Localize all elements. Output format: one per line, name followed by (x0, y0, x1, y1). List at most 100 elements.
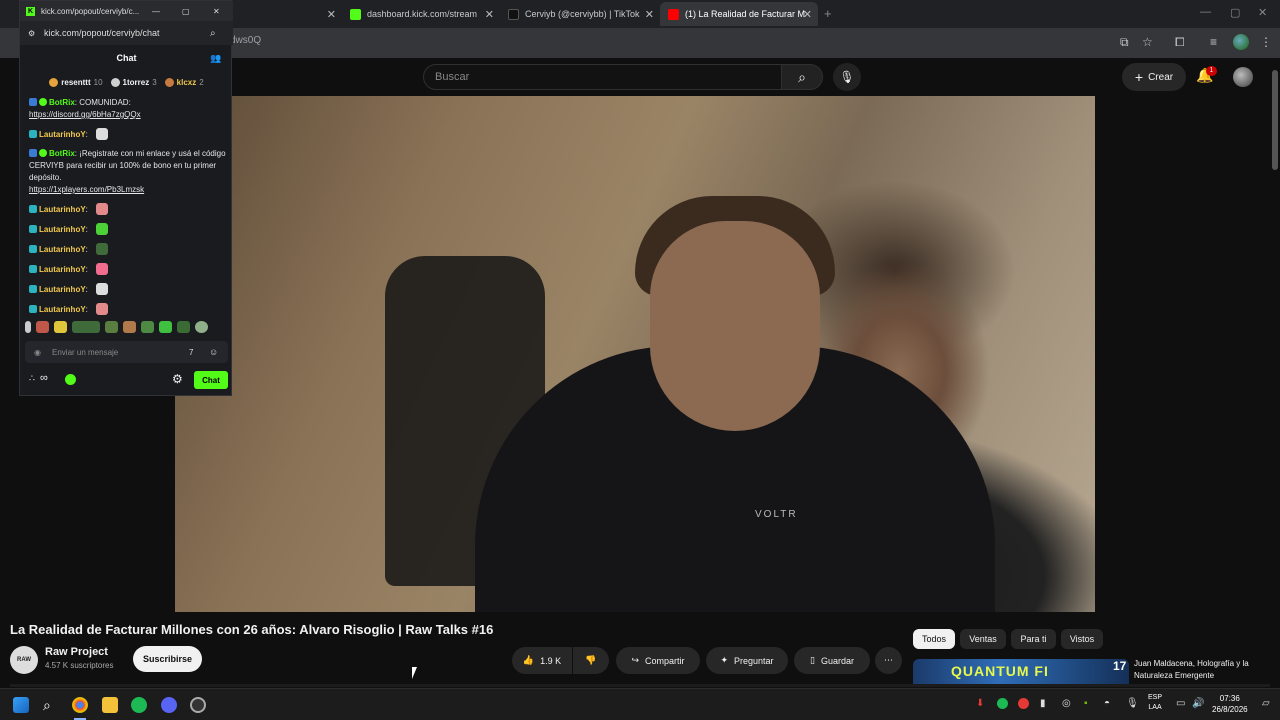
emote-icon[interactable] (177, 321, 190, 333)
chat-username[interactable]: BotRix (49, 149, 75, 158)
chat-link[interactable]: https://discord.gg/6bHa7zgQQx (29, 110, 141, 119)
channel-avatar[interactable]: RAW (10, 646, 38, 674)
close-tab-icon[interactable]: ✕ (803, 8, 812, 21)
chat-username[interactable]: LautarinhoY (39, 265, 86, 274)
browser-tab-tiktok[interactable]: Cerviyb (@cerviybb) | TikTok ✕ (500, 2, 660, 26)
kick-circle-icon[interactable] (65, 374, 76, 385)
search-button[interactable]: ⌕ (781, 64, 823, 90)
video-player[interactable]: VOLTR (175, 96, 1095, 612)
infinity-label[interactable]: ∞ (40, 372, 48, 384)
spotify-tray-icon[interactable] (997, 698, 1008, 709)
browser-tab-kick-dashboard[interactable]: dashboard.kick.com/stream ✕ (342, 2, 500, 26)
chip-ventas[interactable]: Ventas (960, 629, 1006, 649)
chat-username[interactable]: LautarinhoY (39, 225, 86, 234)
file-explorer-icon[interactable] (102, 697, 118, 713)
mic-tray-icon[interactable]: 🎙 (1126, 698, 1139, 709)
page-scrollbar-thumb[interactable] (1272, 70, 1278, 170)
chat-username[interactable]: LautarinhoY (39, 245, 86, 254)
close-tab-icon[interactable]: ✕ (645, 8, 654, 21)
extensions-icon[interactable]: ⧠ (1175, 35, 1185, 50)
cast-icon[interactable]: ⧉ (1120, 35, 1129, 50)
chat-send-button[interactable]: Chat (194, 371, 228, 389)
usb-icon[interactable]: ▮ (1040, 698, 1046, 709)
recommendation-thumbnail[interactable]: QUANTUM FI (913, 659, 1129, 687)
emote-icon[interactable] (195, 321, 208, 333)
chat-username[interactable]: LautarinhoY (39, 130, 86, 139)
steam-icon[interactable]: ◎ (1062, 698, 1071, 709)
recording-tray-icon[interactable] (1018, 698, 1029, 709)
media-control-icon[interactable]: ≡ (1210, 35, 1217, 49)
network-icon[interactable]: ▭ (1176, 698, 1185, 709)
close-window-icon[interactable]: ✕ (213, 7, 220, 16)
leader-item[interactable]: klcxz 2 (164, 73, 204, 91)
address-url[interactable]: dws0Q (230, 35, 261, 46)
users-icon[interactable]: 👥 (210, 53, 221, 64)
obs-icon[interactable] (190, 697, 206, 713)
dislike-button[interactable]: 👎 (573, 647, 609, 674)
new-tab-icon[interactable]: + (824, 6, 832, 21)
chat-message-input[interactable]: ◉ Enviar un mensaje 7 ☺ (25, 341, 228, 363)
chat-username[interactable]: BotRix (49, 98, 75, 107)
chat-username[interactable]: LautarinhoY (39, 205, 86, 214)
share-button[interactable]: ↪ Compartir (616, 647, 700, 674)
emote-icon[interactable] (159, 321, 172, 333)
close-window-icon[interactable]: ✕ (1258, 6, 1267, 19)
emoji-icon[interactable]: ☺ (209, 347, 218, 357)
like-button[interactable]: 👍 1.9 K (512, 647, 572, 674)
browser-tab-hidden[interactable]: ✕ (232, 2, 342, 26)
chip-todos[interactable]: Todos (913, 629, 955, 649)
emote-icon[interactable] (25, 321, 31, 333)
discord-tray-icon[interactable]: ◓ (1104, 698, 1110, 709)
nvidia-icon[interactable]: ▪ (1084, 698, 1088, 709)
recommendation-title[interactable]: Juan Maldacena, Holografía y la Naturale… (1134, 658, 1264, 682)
chat-username[interactable]: LautarinhoY (39, 285, 86, 294)
more-actions-button[interactable]: ⋯ (875, 647, 902, 674)
emote-icon[interactable] (105, 321, 118, 333)
youtube-avatar[interactable] (1233, 67, 1253, 87)
download-icon[interactable]: ⬇ (976, 698, 984, 709)
chat-link[interactable]: https://1xplayers.com/Pb3Lmzsk (29, 185, 144, 194)
taskbar-clock[interactable]: 07:36 26/8/2026 (1212, 693, 1248, 715)
search-input[interactable]: Buscar (423, 64, 782, 90)
leader-item[interactable]: resenttt 10 (49, 73, 103, 91)
site-settings-icon[interactable]: ⚙ (28, 29, 35, 38)
browser-tab-youtube[interactable]: (1) La Realidad de Facturar M ✕ (660, 2, 818, 26)
minimize-icon[interactable]: — (1200, 6, 1211, 18)
emote-icon[interactable] (72, 321, 100, 333)
spotify-icon[interactable] (131, 697, 147, 713)
windows-start-icon[interactable] (13, 697, 29, 713)
emote-icon (96, 203, 109, 215)
discord-icon[interactable] (161, 697, 177, 713)
volume-icon[interactable]: 🔊 (1192, 698, 1204, 709)
ask-button[interactable]: ✦ Preguntar (706, 647, 788, 674)
profile-avatar[interactable] (1233, 34, 1249, 50)
kick-emote-icon[interactable]: 7 (189, 348, 193, 357)
voice-search-button[interactable]: 🎙 (833, 63, 861, 91)
create-button[interactable]: + Crear (1122, 63, 1186, 91)
close-tab-icon[interactable]: ✕ (327, 8, 336, 21)
bookmark-star-icon[interactable]: ☆ (1142, 35, 1153, 49)
maximize-icon[interactable]: ▢ (182, 7, 190, 16)
language-indicator[interactable]: ESP LAA (1148, 693, 1162, 713)
chat-username[interactable]: LautarinhoY (39, 305, 86, 314)
chip-vistos[interactable]: Vistos (1061, 629, 1103, 649)
save-button[interactable]: ▯ Guardar (794, 647, 870, 674)
points-icon[interactable]: ∴ (29, 373, 35, 384)
leader-item[interactable]: 1torrez 3 (110, 73, 157, 91)
notification-center-icon[interactable]: ▱ (1262, 698, 1270, 709)
search-icon[interactable]: ⌕ (210, 28, 216, 39)
emote-icon[interactable] (141, 321, 154, 333)
close-tab-icon[interactable]: ✕ (485, 8, 494, 21)
settings-gear-icon[interactable]: ⚙ (172, 372, 183, 386)
emote-icon[interactable] (123, 321, 136, 333)
search-icon[interactable]: ⌕ (43, 697, 59, 713)
chrome-icon[interactable] (72, 697, 88, 713)
chip-para-ti[interactable]: Para ti (1011, 629, 1056, 649)
subscribe-button[interactable]: Suscribirse (133, 646, 202, 672)
channel-name[interactable]: Raw Project (45, 646, 108, 658)
minimize-icon[interactable]: — (152, 7, 160, 16)
maximize-icon[interactable]: ▢ (1230, 6, 1240, 19)
emote-icon[interactable] (54, 321, 67, 333)
emote-icon[interactable] (36, 321, 49, 333)
menu-icon[interactable]: ⋮ (1260, 35, 1272, 49)
